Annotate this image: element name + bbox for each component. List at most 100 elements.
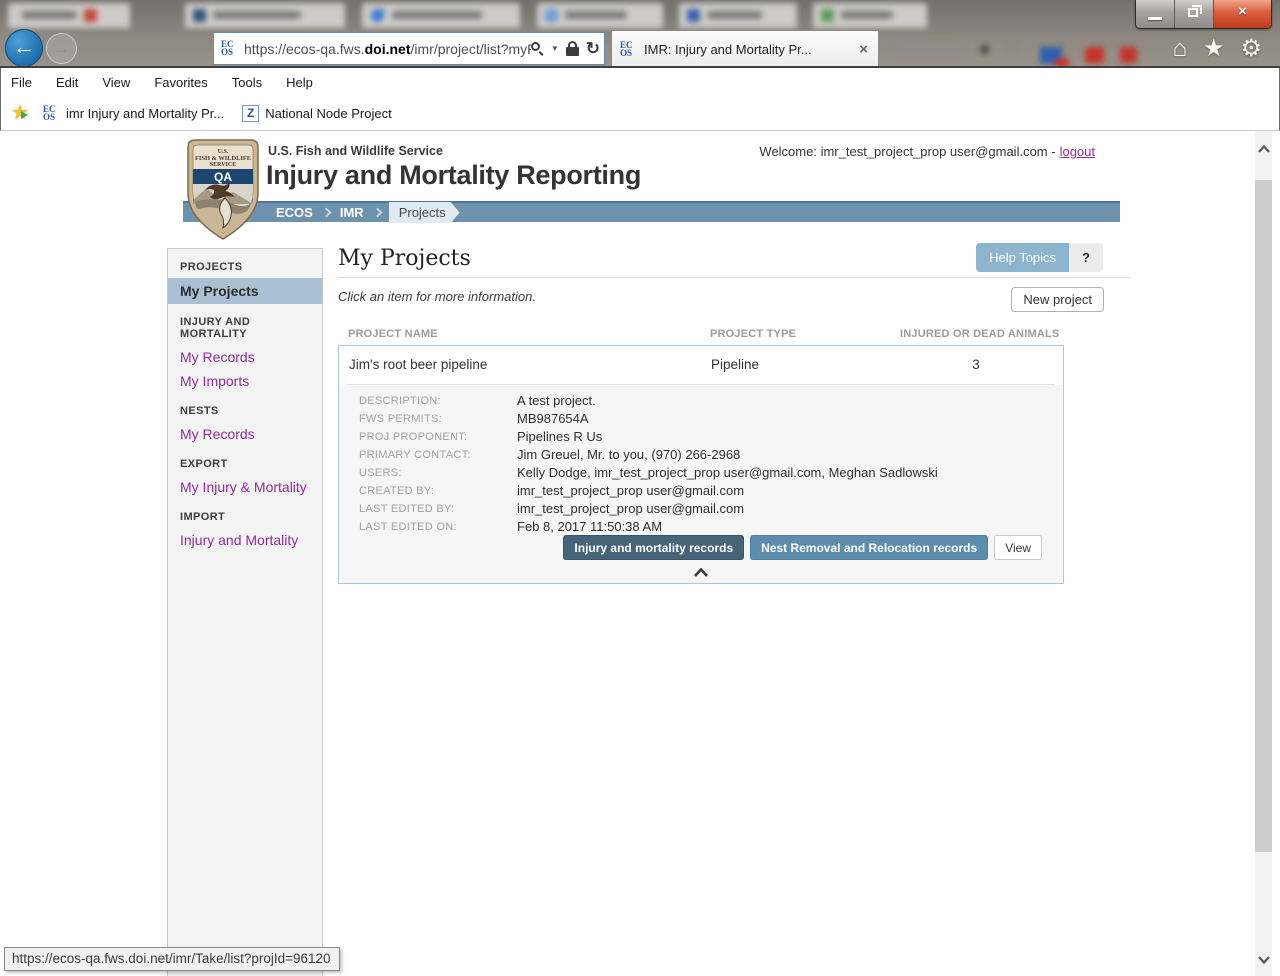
detail-value: Jim Greuel, Mr. to you, (970) 266-2968 bbox=[517, 447, 740, 465]
column-header-project-type: PROJECT TYPE bbox=[710, 328, 796, 340]
help-topics-button[interactable]: Help Topics bbox=[976, 243, 1069, 272]
detail-label: LAST EDITED ON: bbox=[340, 519, 517, 537]
restore-button[interactable] bbox=[1175, 0, 1214, 28]
view-button[interactable]: View bbox=[994, 535, 1042, 560]
detail-value: imr_test_project_prop user@gmail.com bbox=[517, 501, 744, 519]
menu-favorites[interactable]: Favorites bbox=[154, 75, 207, 90]
restore-icon bbox=[1188, 8, 1198, 17]
detail-label: LAST EDITED BY: bbox=[340, 501, 517, 519]
detail-row: FWS PERMITS: MB987654A bbox=[340, 411, 1062, 429]
project-name[interactable]: Jim's root beer pipeline bbox=[349, 357, 487, 372]
sidebar-item-import-injury-mortality[interactable]: Injury and Mortality bbox=[168, 528, 322, 552]
breadcrumb-projects: Projects bbox=[389, 202, 460, 223]
favorites-star-icon[interactable]: ★ bbox=[1203, 36, 1225, 62]
forward-button[interactable]: → bbox=[46, 33, 77, 64]
scrollbar-thumb[interactable] bbox=[1255, 180, 1272, 852]
sidebar-item-my-records[interactable]: My Records bbox=[168, 345, 322, 369]
back-button[interactable]: ← bbox=[5, 29, 43, 67]
minimize-button[interactable] bbox=[1136, 0, 1175, 28]
project-animal-count: 3 bbox=[901, 357, 1051, 372]
divider bbox=[338, 277, 1130, 278]
detail-value: Kelly Dodge, imr_test_project_prop user@… bbox=[517, 465, 938, 483]
scroll-up-icon[interactable] bbox=[1255, 139, 1272, 159]
z-icon: Z bbox=[242, 105, 259, 122]
address-bar[interactable]: ECOS https://ecos-qa.fws.doi.net/imr/pro… bbox=[213, 32, 605, 65]
sidebar-item-my-projects[interactable]: My Projects bbox=[168, 278, 322, 304]
ecos-favicon: ECOS bbox=[221, 40, 238, 57]
help-question-button[interactable]: ? bbox=[1069, 243, 1103, 272]
detail-row: PRIMARY CONTACT: Jim Greuel, Mr. to you,… bbox=[340, 447, 1062, 465]
search-icon[interactable] bbox=[531, 42, 544, 55]
new-project-button[interactable]: New project bbox=[1011, 287, 1104, 312]
sidebar-header-nests: NESTS bbox=[168, 405, 322, 417]
browser-window: × ← → ECOS https://ecos-qa.fws.doi.net/i… bbox=[0, 0, 1280, 976]
add-favorite-icon[interactable]: ★ bbox=[9, 103, 33, 123]
welcome-text: Welcome: imr_test_project_prop user@gmai… bbox=[759, 144, 1095, 159]
detail-value: A test project. bbox=[517, 393, 596, 411]
project-panel: Jim's root beer pipeline Pipeline 3 DESC… bbox=[338, 345, 1064, 584]
sidebar-item-my-injury-mortality[interactable]: My Injury & Mortality bbox=[168, 475, 322, 499]
lock-icon bbox=[566, 41, 579, 56]
injury-mortality-records-button[interactable]: Injury and mortality records bbox=[563, 535, 744, 560]
url-text[interactable]: https://ecos-qa.fws.doi.net/imr/project/… bbox=[244, 41, 531, 57]
detail-label: PROJ PROPONENT: bbox=[340, 429, 517, 447]
favorite-item-national-node[interactable]: Z National Node Project bbox=[242, 105, 391, 122]
background-window-tab bbox=[185, 3, 345, 28]
detail-value: Pipelines R Us bbox=[517, 429, 602, 447]
menu-edit[interactable]: Edit bbox=[56, 75, 78, 90]
svg-text:FISH & WILDLIFE: FISH & WILDLIFE bbox=[195, 155, 251, 162]
sidebar-header-projects: PROJECTS bbox=[168, 261, 322, 273]
menu-help[interactable]: Help bbox=[286, 75, 313, 90]
sidebar-item-nests-my-records[interactable]: My Records bbox=[168, 422, 322, 446]
chevron-down-icon[interactable]: ▼ bbox=[551, 44, 559, 53]
favorites-bar: ★ ECOS imr Injury and Mortality Pr... Z … bbox=[0, 96, 1280, 131]
chevron-right-icon bbox=[372, 208, 382, 218]
sidebar-header-import: IMPORT bbox=[168, 511, 322, 523]
home-icon[interactable]: ⌂ bbox=[1172, 36, 1187, 62]
gear-icon[interactable]: ⚙ bbox=[1240, 36, 1262, 62]
tab-close-icon[interactable]: × bbox=[857, 41, 870, 58]
app-title: Injury and Mortality Reporting bbox=[266, 160, 641, 191]
column-header-project-name: PROJECT NAME bbox=[348, 328, 438, 340]
project-actions: Injury and mortality records Nest Remova… bbox=[563, 535, 1042, 560]
scroll-down-icon[interactable] bbox=[1255, 950, 1272, 970]
detail-label: PRIMARY CONTACT: bbox=[340, 447, 517, 465]
ecos-favicon: ECOS bbox=[43, 105, 60, 122]
menu-view[interactable]: View bbox=[102, 75, 130, 90]
sidebar-item-my-imports[interactable]: My Imports bbox=[168, 369, 322, 393]
logout-link[interactable]: logout bbox=[1060, 144, 1095, 159]
detail-row: LAST EDITED BY: imr_test_project_prop us… bbox=[340, 501, 1062, 519]
background-window-tab bbox=[362, 3, 520, 28]
breadcrumb: ECOS IMR Projects bbox=[183, 201, 1120, 222]
page-content: Welcome: imr_test_project_prop user@gmai… bbox=[0, 131, 1255, 976]
svg-text:SERVICE: SERVICE bbox=[210, 162, 236, 168]
sidebar: PROJECTS My Projects INJURY AND MORTALIT… bbox=[167, 248, 323, 976]
collapse-chevron-icon[interactable] bbox=[339, 564, 1063, 582]
fws-logo: U.S. FISH & WILDLIFE SERVICE QA bbox=[185, 138, 261, 241]
svg-text:QA: QA bbox=[214, 170, 232, 184]
breadcrumb-ecos[interactable]: ECOS bbox=[268, 205, 321, 220]
window-controls: × bbox=[1135, 0, 1272, 29]
menu-bar: File Edit View Favorites Tools Help bbox=[0, 68, 1280, 96]
breadcrumb-imr[interactable]: IMR bbox=[332, 205, 372, 220]
sidebar-header-export: EXPORT bbox=[168, 458, 322, 470]
detail-row: DESCRIPTION: A test project. bbox=[340, 393, 1062, 411]
sidebar-header-injury-mortality: INJURY AND MORTALITY bbox=[168, 316, 322, 340]
menu-tools[interactable]: Tools bbox=[232, 75, 262, 90]
close-button[interactable]: × bbox=[1214, 0, 1271, 28]
vertical-scrollbar[interactable] bbox=[1255, 131, 1272, 976]
active-tab[interactable]: ECOS IMR: Injury and Mortality Pr... × bbox=[611, 30, 879, 67]
ecos-favicon: ECOS bbox=[620, 41, 637, 58]
detail-row: CREATED BY: imr_test_project_prop user@g… bbox=[340, 483, 1062, 501]
agency-name: U.S. Fish and Wildlife Service bbox=[268, 144, 443, 158]
favorite-item-imr[interactable]: ECOS imr Injury and Mortality Pr... bbox=[43, 105, 224, 122]
tab-title: IMR: Injury and Mortality Pr... bbox=[644, 42, 857, 57]
help-group: Help Topics ? bbox=[976, 243, 1103, 272]
detail-value: MB987654A bbox=[517, 411, 589, 429]
detail-value: imr_test_project_prop user@gmail.com bbox=[517, 483, 744, 501]
menu-file[interactable]: File bbox=[11, 75, 32, 90]
nest-removal-records-button[interactable]: Nest Removal and Relocation records bbox=[750, 535, 988, 560]
background-window-tab bbox=[8, 3, 130, 28]
refresh-icon[interactable]: ↻ bbox=[586, 41, 600, 56]
chevron-right-icon bbox=[321, 208, 331, 218]
